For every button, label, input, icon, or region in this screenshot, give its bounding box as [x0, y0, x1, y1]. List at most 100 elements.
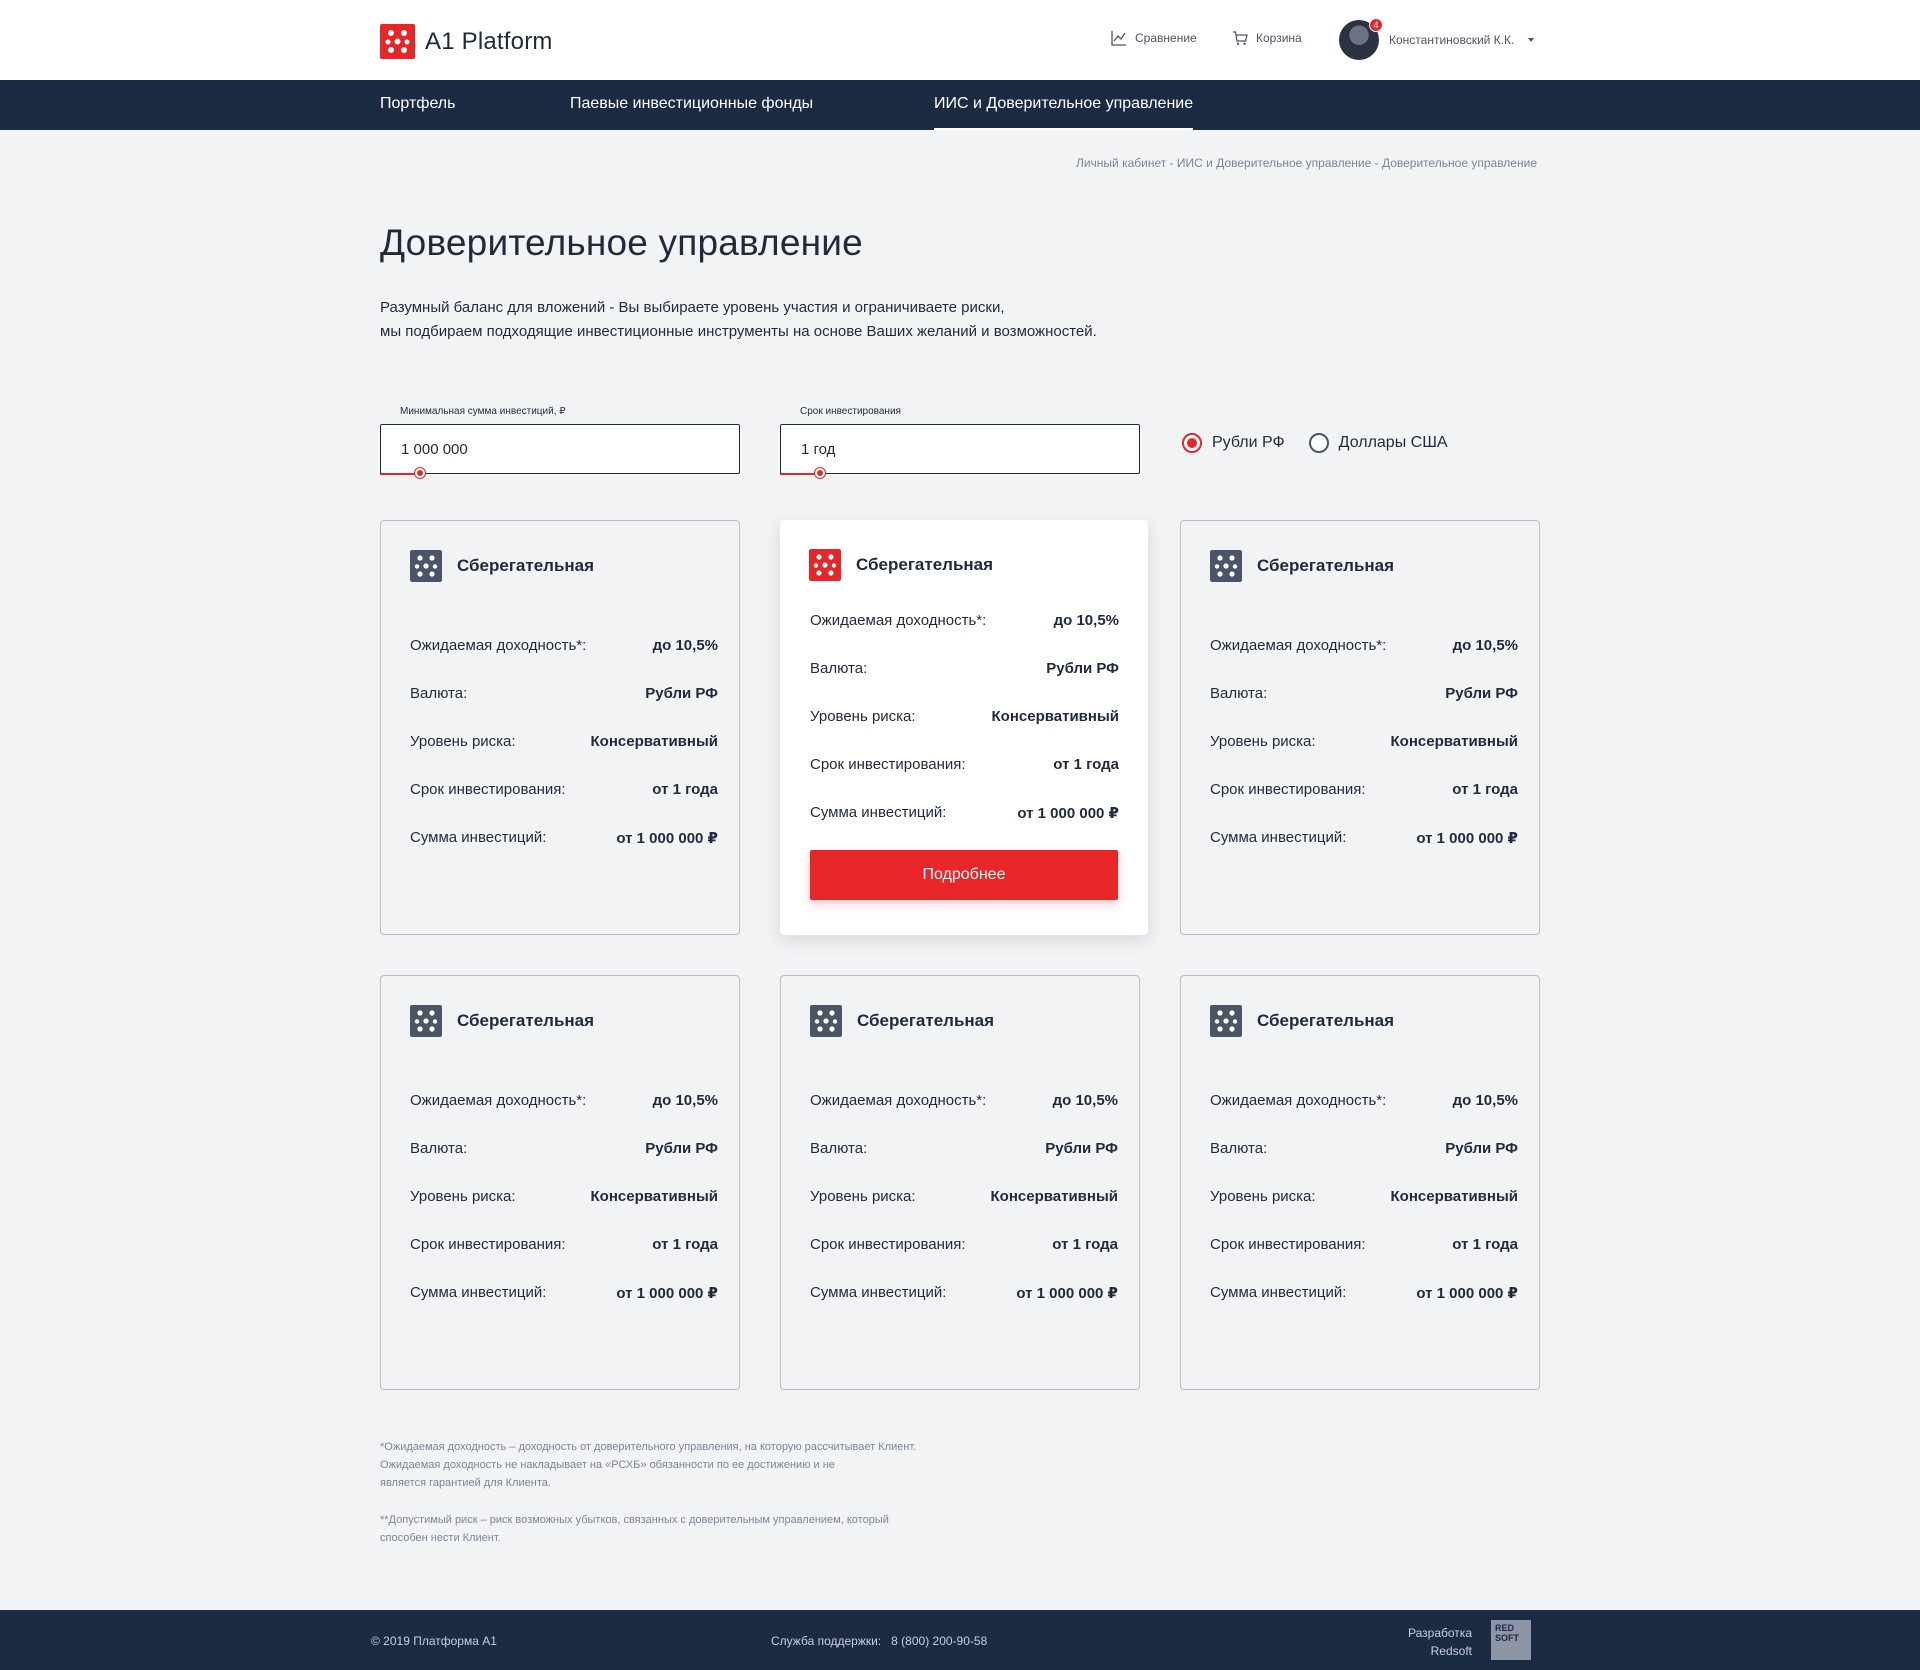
logo[interactable]: A1 Platform	[380, 24, 553, 59]
strategy-card[interactable]: Сберегательная Ожидаемая доходность*: до 1…	[1180, 520, 1540, 935]
card-detail-row: Ожидаемая доходность*: до 10,5%	[410, 637, 718, 685]
support-label: Служба поддержки:	[771, 1634, 882, 1648]
user-menu[interactable]: 4 Константиновский К.К.	[1339, 18, 1535, 60]
detail-value: Рубли РФ	[645, 1140, 718, 1157]
page-title: Доверительное управление	[380, 222, 863, 263]
detail-value: Рубли РФ	[1445, 685, 1518, 702]
card-detail-row: Валюта: Рубли РФ	[810, 660, 1119, 708]
detail-label: Сумма инвестиций:	[410, 829, 547, 846]
detail-label: Уровень риска:	[410, 733, 516, 750]
detail-value: Консервативный	[1390, 733, 1518, 750]
radio-usd[interactable]: Доллары США	[1308, 433, 1448, 453]
card-header: Сберегательная	[1210, 1005, 1394, 1037]
strategy-icon	[410, 1005, 442, 1037]
card-detail-row: Ожидаемая доходность*: до 10,5%	[1210, 1092, 1518, 1140]
footer: © 2019 Платформа А1 Служба поддержки: 8 …	[0, 1610, 1920, 1670]
nav-item-portfolio[interactable]: Портфель	[380, 80, 455, 130]
amount-slider-handle[interactable]	[415, 468, 425, 478]
radio-usd-circle[interactable]	[1308, 433, 1329, 453]
card-detail-row: Ожидаемая доходность*: до 10,5%	[810, 612, 1119, 660]
card-detail-row: Валюта: Рубли РФ	[1210, 1140, 1518, 1188]
detail-label: Сумма инвестиций:	[810, 804, 947, 821]
card-details: Ожидаемая доходность*: до 10,5% Валюта: Руб…	[1210, 1092, 1518, 1332]
strategy-card[interactable]: Сберегательная Ожидаемая доходность*: до 1…	[1180, 975, 1540, 1390]
detail-value: от 1 года	[652, 1236, 718, 1253]
detail-value: Рубли РФ	[1046, 660, 1119, 677]
redsoft-logo[interactable]: RED SOFT	[1491, 1620, 1531, 1660]
detail-label: Срок инвестирования:	[810, 1236, 966, 1253]
cart-link[interactable]: Корзина	[1232, 30, 1302, 46]
card-header: Сберегательная	[810, 1005, 994, 1037]
detail-label: Сумма инвестиций:	[1210, 1284, 1347, 1301]
amount-field-label: Минимальная сумма инвестиций, ₽	[400, 406, 566, 417]
detail-value: от 1 года	[1052, 1236, 1118, 1253]
card-header: Сберегательная	[410, 550, 594, 582]
card-detail-row: Срок инвестирования: от 1 года	[410, 781, 718, 829]
breadcrumb-item[interactable]: Личный кабинет	[1076, 156, 1166, 170]
radio-rub[interactable]: Рубли РФ	[1182, 433, 1285, 453]
chevron-down-icon[interactable]	[1528, 38, 1535, 42]
details-button[interactable]: Подробнее	[810, 850, 1118, 900]
footnote-risk: **Допустимый риск – риск возможных убытк…	[380, 1511, 889, 1547]
radio-usd-label: Доллары США	[1338, 434, 1448, 451]
nav-item-mutual-funds[interactable]: Паевые инвестиционные фонды	[570, 80, 813, 130]
term-slider-handle[interactable]	[815, 468, 825, 478]
cart-label: Корзина	[1256, 31, 1302, 45]
card-title: Сберегательная	[1257, 1011, 1395, 1030]
card-detail-row: Сумма инвестиций: от 1 000 000 ₽	[810, 804, 1119, 852]
strategy-card[interactable]: Сберегательная Ожидаемая доходность*: до 1…	[780, 520, 1148, 935]
currency-radio-group: Рубли РФ Доллары США	[1182, 433, 1448, 453]
card-detail-row: Срок инвестирования: от 1 года	[1210, 781, 1518, 829]
nav-item-iis-trust[interactable]: ИИС и Доверительное управление	[934, 80, 1194, 130]
detail-label: Сумма инвестиций:	[410, 1284, 547, 1301]
strategy-card[interactable]: Сберегательная Ожидаемая доходность*: до 1…	[780, 975, 1140, 1390]
card-detail-row: Ожидаемая доходность*: до 10,5%	[810, 1092, 1118, 1140]
amount-slider[interactable]	[380, 468, 740, 478]
avatar[interactable]: 4	[1339, 18, 1383, 60]
notification-badge: 4	[1369, 18, 1383, 32]
detail-label: Валюта:	[1210, 1140, 1268, 1157]
card-detail-row: Валюта: Рубли РФ	[1210, 685, 1518, 733]
card-detail-row: Сумма инвестиций: от 1 000 000 ₽	[410, 829, 718, 877]
footnote-line: является гарантией для Клиента.	[380, 1477, 551, 1489]
card-title: Сберегательная	[1257, 556, 1395, 575]
card-detail-row: Уровень риска: Консервативный	[1210, 733, 1518, 781]
amount-field: Минимальная сумма инвестиций, ₽ 1 000 00…	[380, 406, 740, 478]
strategy-card[interactable]: Сберегательная Ожидаемая доходность*: до 1…	[380, 975, 740, 1390]
detail-label: Срок инвестирования:	[810, 756, 966, 773]
card-header: Сберегательная	[809, 549, 993, 581]
detail-label: Срок инвестирования:	[410, 781, 566, 798]
term-slider-track	[780, 473, 820, 475]
term-input[interactable]: 1 год	[780, 424, 1140, 474]
footnote-line: **Допустимый риск – риск возможных убытк…	[380, 1514, 889, 1526]
detail-label: Ожидаемая доходность*:	[1210, 1092, 1387, 1109]
card-detail-row: Срок инвестирования: от 1 года	[1210, 1236, 1518, 1284]
support-phone[interactable]: 8 (800) 200-90-58	[891, 1634, 987, 1648]
amount-input[interactable]: 1 000 000	[380, 424, 740, 474]
footnote-line: способен нести Клиент.	[380, 1532, 501, 1544]
detail-label: Уровень риска:	[810, 1188, 916, 1205]
detail-label: Уровень риска:	[1210, 1188, 1316, 1205]
strategy-card[interactable]: Сберегательная Ожидаемая доходность*: до 1…	[380, 520, 740, 935]
detail-label: Срок инвестирования:	[1210, 781, 1366, 798]
radio-rub-circle[interactable]	[1182, 433, 1202, 453]
detail-value: от 1 года	[1452, 1236, 1518, 1253]
card-detail-row: Сумма инвестиций: от 1 000 000 ₽	[1210, 1284, 1518, 1332]
card-detail-row: Уровень риска: Консервативный	[410, 733, 718, 781]
redsoft-logo-line: RED	[1495, 1623, 1515, 1633]
detail-value: от 1 000 000 ₽	[616, 830, 718, 847]
card-title: Сберегательная	[457, 556, 595, 575]
footer-copyright: © 2019 Платформа А1	[371, 1634, 497, 1648]
term-slider[interactable]	[780, 468, 1140, 478]
breadcrumb-item[interactable]: ИИС и Доверительное управление	[1177, 156, 1371, 170]
detail-label: Валюта:	[410, 685, 468, 702]
detail-value: до 10,5%	[1452, 637, 1518, 654]
logo-text: A1 Platform	[425, 27, 553, 55]
card-detail-row: Уровень риска: Консервативный	[410, 1188, 718, 1236]
card-detail-row: Валюта: Рубли РФ	[810, 1140, 1118, 1188]
detail-label: Ожидаемая доходность*:	[810, 612, 987, 629]
radio-rub-label: Рубли РФ	[1212, 434, 1285, 451]
card-title: Сберегательная	[457, 1011, 595, 1030]
compare-link[interactable]: Сравнение	[1111, 30, 1197, 46]
detail-value: до 10,5%	[1452, 1092, 1518, 1109]
